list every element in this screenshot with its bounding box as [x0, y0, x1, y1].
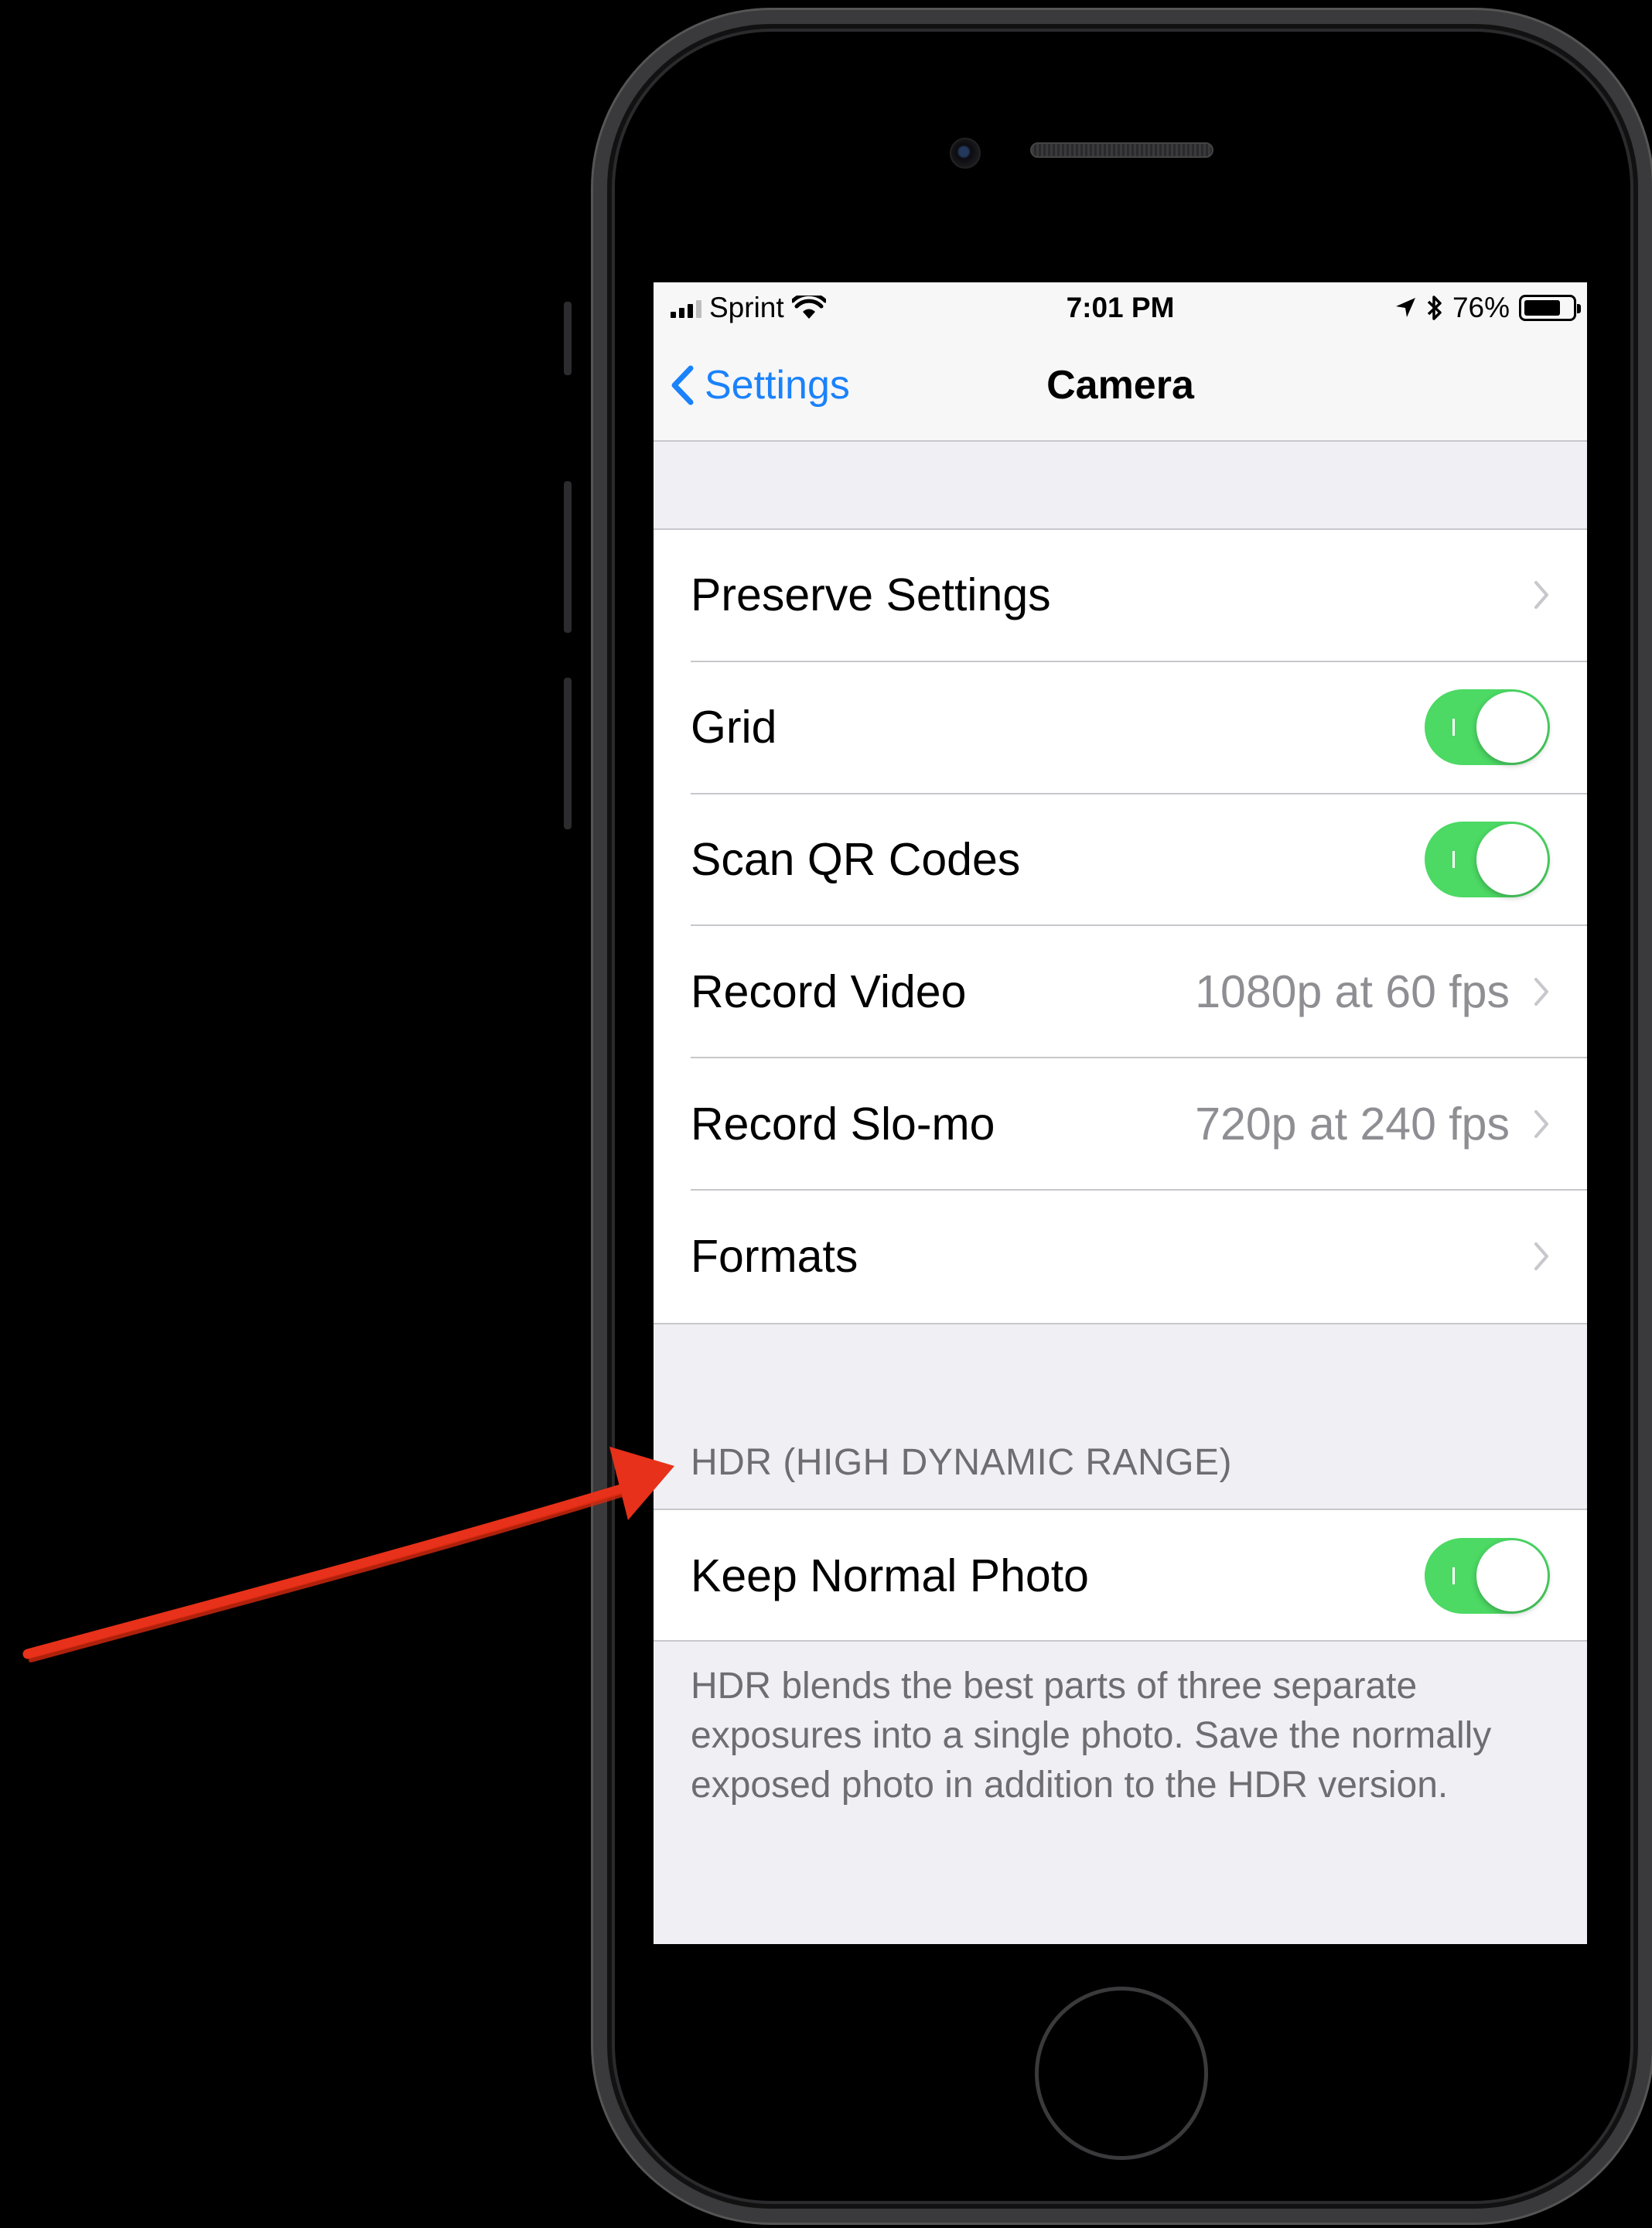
toggle-knob	[1476, 1540, 1548, 1612]
setting-label: Keep Normal Photo	[691, 1550, 1089, 1602]
hdr-settings-group: Keep Normal Photo	[654, 1509, 1587, 1642]
hdr-footer-description: HDR blends the best parts of three separ…	[691, 1666, 1492, 1806]
setting-label: Grid	[691, 702, 777, 753]
navigation-bar: Settings Camera	[654, 333, 1587, 442]
status-right: 76%	[1394, 290, 1581, 326]
toggle-knob	[1476, 823, 1548, 895]
setting-label: Record Slo-mo	[691, 1098, 995, 1150]
setting-row-record-slo-mo[interactable]: Record Slo-mo 720p at 240 fps	[691, 1058, 1587, 1191]
setting-label: Record Video	[691, 965, 967, 1017]
setting-row-grid: Grid	[691, 662, 1587, 794]
chevron-right-icon	[1534, 977, 1548, 1006]
home-button[interactable]	[1035, 1987, 1208, 2160]
front-camera	[950, 138, 981, 169]
setting-row-scan-qr-codes: Scan QR Codes	[691, 794, 1587, 927]
battery-percent: 76%	[1452, 292, 1510, 323]
setting-row-record-video[interactable]: Record Video 1080p at 60 fps	[691, 926, 1587, 1059]
setting-row-preserve-settings[interactable]: Preserve Settings	[691, 530, 1587, 662]
page-title: Camera	[1046, 363, 1194, 408]
grid-toggle[interactable]	[1425, 689, 1550, 766]
chevron-right-icon	[1534, 1109, 1548, 1138]
setting-label: Formats	[691, 1231, 858, 1283]
keep-normal-photo-toggle[interactable]	[1425, 1538, 1550, 1615]
chevron-right-icon	[1534, 1242, 1548, 1271]
bluetooth-icon	[1427, 296, 1442, 320]
location-icon	[1395, 298, 1415, 317]
setting-label: Scan QR Codes	[691, 833, 1021, 885]
battery-icon	[1519, 295, 1581, 321]
status-bar: Sprint 7:01 PM 76%	[654, 282, 1587, 333]
setting-label: Preserve Settings	[691, 569, 1051, 621]
hdr-section-header: HDR (HIGH DYNAMIC RANGE)	[691, 1442, 1233, 1483]
scan-qr-codes-toggle[interactable]	[1425, 821, 1550, 897]
chevron-right-icon	[1534, 581, 1548, 610]
setting-value: 720p at 240 fps	[1195, 1098, 1510, 1150]
setting-row-keep-normal-photo: Keep Normal Photo	[691, 1510, 1587, 1642]
phone-screen: Sprint 7:01 PM 76% Settings Camera Prese…	[654, 282, 1587, 1944]
battery-fill	[1524, 300, 1560, 316]
volume-down-button	[564, 678, 572, 829]
earpiece-speaker	[1030, 142, 1213, 158]
volume-up-button	[564, 481, 572, 633]
toggle-knob	[1476, 692, 1548, 764]
setting-row-formats[interactable]: Formats	[691, 1191, 1587, 1323]
setting-value: 1080p at 60 fps	[1195, 965, 1510, 1017]
mute-switch	[564, 302, 572, 375]
camera-settings-group: Preserve Settings Grid Scan QR Codes Rec…	[654, 528, 1587, 1324]
screenshot-stage: Sprint 7:01 PM 76% Settings Camera Prese…	[0, 0, 1652, 2228]
